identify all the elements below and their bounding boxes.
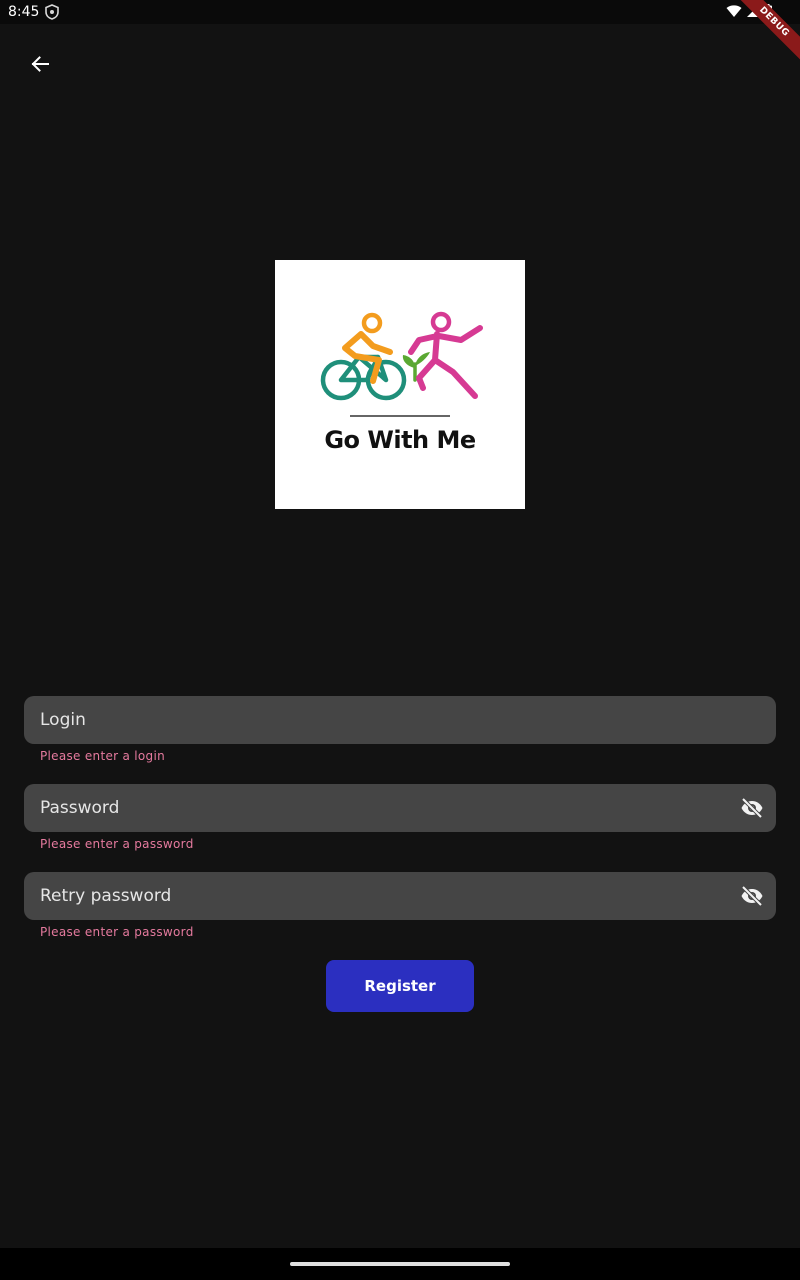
visibility-off-icon[interactable] <box>740 796 764 820</box>
login-error-text: Please enter a login <box>40 749 165 763</box>
password-field-container <box>24 784 776 832</box>
bicycle-icon <box>320 354 407 401</box>
logo-wordmark: Go With Me <box>324 426 476 454</box>
visibility-off-icon[interactable] <box>740 884 764 908</box>
wifi-icon <box>726 5 742 17</box>
home-indicator[interactable] <box>290 1262 510 1266</box>
retry-password-input[interactable] <box>40 872 720 920</box>
retry-password-error-text: Please enter a password <box>40 925 194 939</box>
password-input[interactable] <box>40 784 720 832</box>
retry-password-field-container <box>24 872 776 920</box>
status-time: 8:45 <box>8 4 40 20</box>
runner-icon <box>408 311 483 399</box>
navigation-bar <box>0 1248 800 1280</box>
password-error-text: Please enter a password <box>40 837 194 851</box>
login-field-container <box>24 696 776 744</box>
register-button[interactable]: Register <box>326 960 474 1012</box>
back-button[interactable] <box>20 44 60 84</box>
status-bar: 8:45 <box>0 0 800 24</box>
shield-icon <box>45 4 59 20</box>
arrow-back-icon <box>31 56 49 72</box>
logo-graphic <box>320 311 483 417</box>
register-screen: 8:45 DEBUG Go With Me Login Please enter… <box>0 0 800 1280</box>
app-logo: Go With Me <box>275 260 525 509</box>
login-input[interactable] <box>40 696 720 744</box>
